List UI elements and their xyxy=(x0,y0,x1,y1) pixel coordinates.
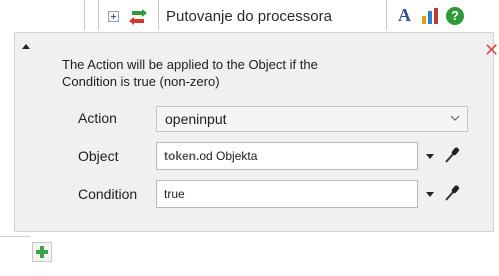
toolbar-divider xyxy=(386,0,387,30)
font-icon[interactable]: A xyxy=(398,5,411,26)
condition-dropdown-icon[interactable] xyxy=(426,192,434,197)
panel-description: The Action will be applied to the Object… xyxy=(62,57,318,89)
condition-field[interactable]: true xyxy=(156,180,418,208)
eyedropper-icon[interactable] xyxy=(444,184,460,202)
action-select[interactable]: openinput xyxy=(156,106,468,132)
object-text: od Objekta xyxy=(199,149,258,163)
divider xyxy=(0,236,30,237)
object-label: Object xyxy=(78,148,119,164)
chart-icon[interactable] xyxy=(421,7,439,25)
toolbar-divider xyxy=(98,0,99,30)
plus-icon xyxy=(36,246,48,258)
action-label: Action xyxy=(78,110,117,126)
action-value: openinput xyxy=(165,111,227,127)
toolbar-divider xyxy=(158,0,159,30)
expand-icon[interactable] xyxy=(108,11,119,22)
condition-value: true xyxy=(164,187,185,201)
arrows-icon[interactable] xyxy=(128,9,148,25)
object-field[interactable]: token.od Objekta xyxy=(156,142,418,170)
close-icon[interactable]: ✕ xyxy=(484,41,499,59)
node-title[interactable]: Putovanje do processora xyxy=(166,8,332,25)
eyedropper-icon[interactable] xyxy=(444,146,460,164)
toolbar-divider xyxy=(84,0,85,30)
add-button[interactable] xyxy=(32,242,52,262)
help-icon[interactable]: ? xyxy=(446,7,464,25)
condition-label: Condition xyxy=(78,186,138,202)
token-keyword: token. xyxy=(164,149,200,163)
top-toolbar: Putovanje do processora A ? xyxy=(0,0,499,30)
collapse-icon[interactable] xyxy=(22,44,30,49)
object-dropdown-icon[interactable] xyxy=(426,154,434,159)
chevron-down-icon xyxy=(450,115,460,121)
object-value: token.od Objekta xyxy=(164,149,257,163)
